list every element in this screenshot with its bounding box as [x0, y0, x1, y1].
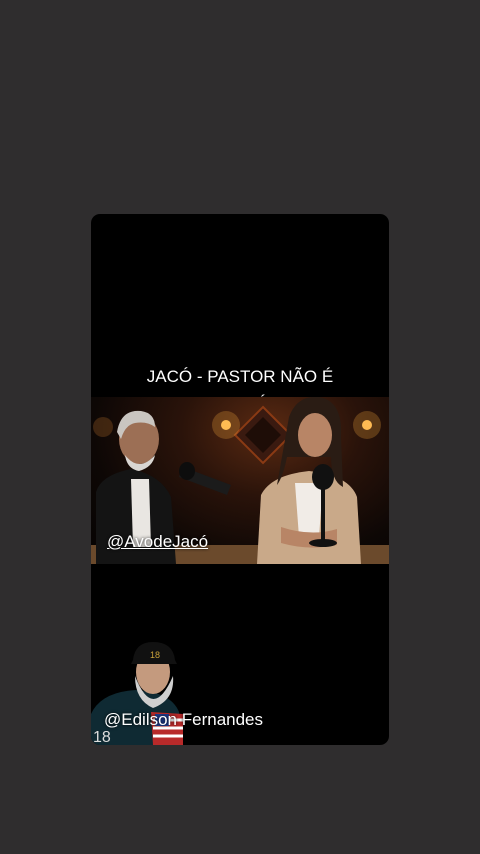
svg-text:18: 18: [150, 650, 160, 660]
video-card[interactable]: JACÓ - PASTOR NÃO É INTERMEDIÁRIO....: [91, 214, 389, 745]
caption-line-1: JACÓ - PASTOR NÃO É: [146, 367, 334, 386]
svg-text:18: 18: [93, 729, 111, 745]
host-handle[interactable]: @Edilson Fernandes: [104, 710, 263, 730]
guest-handle[interactable]: @AvodeJacó: [107, 532, 208, 552]
